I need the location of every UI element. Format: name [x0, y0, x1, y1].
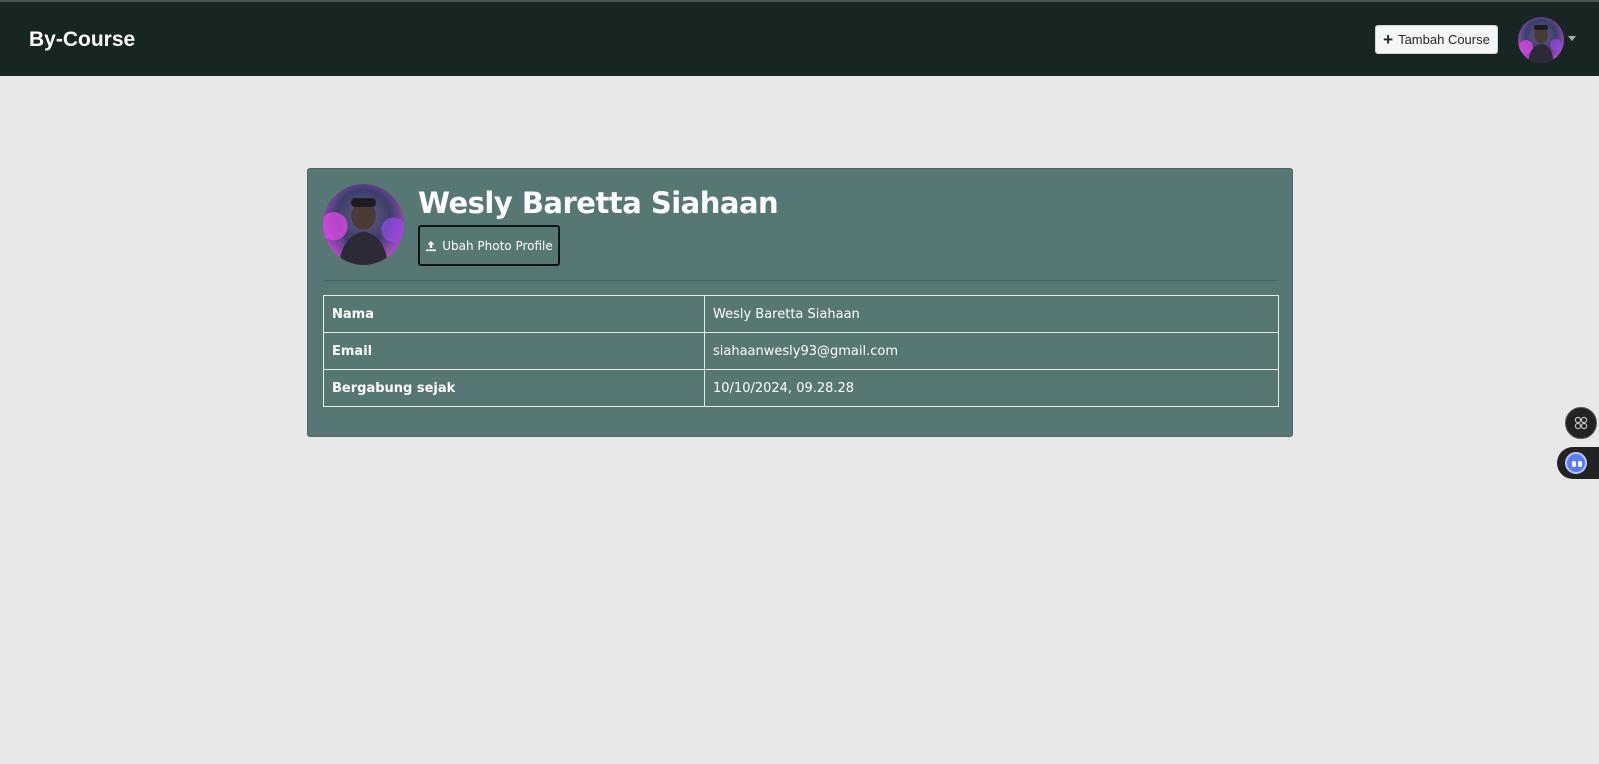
command-widget-button[interactable] [1565, 407, 1597, 439]
brand-logo[interactable]: By-Course [29, 28, 135, 52]
table-row: Bergabung sejak 10/10/2024, 09.28.28 [323, 369, 1279, 407]
profile-avatar [323, 184, 404, 265]
row-label-name: Nama [323, 295, 705, 333]
plus-icon: + [1383, 29, 1394, 49]
profile-card: Wesly Baretta Siahaan Ubah Photo Profile… [307, 168, 1293, 437]
bot-eye-left [1572, 461, 1576, 467]
change-photo-button[interactable]: Ubah Photo Profile [418, 225, 560, 266]
row-label-email: Email [323, 332, 705, 370]
row-value-email: siahaanwesly93@gmail.com [704, 332, 1279, 370]
user-avatar[interactable] [1518, 17, 1564, 63]
profile-name: Wesly Baretta Siahaan [418, 186, 779, 220]
row-value-joined: 10/10/2024, 09.28.28 [704, 369, 1279, 407]
command-icon [1574, 416, 1588, 430]
bot-icon [1565, 452, 1587, 474]
add-course-button[interactable]: + Tambah Course [1375, 25, 1498, 54]
profile-info-table: Nama Wesly Baretta Siahaan Email siahaan… [323, 295, 1279, 407]
bot-eye-right [1578, 461, 1582, 467]
chevron-down-icon[interactable] [1568, 36, 1576, 41]
upload-icon [426, 240, 437, 251]
table-row: Nama Wesly Baretta Siahaan [323, 295, 1279, 333]
divider [323, 280, 1279, 281]
row-value-name: Wesly Baretta Siahaan [704, 295, 1279, 333]
table-row: Email siahaanwesly93@gmail.com [323, 332, 1279, 370]
assistant-widget-button[interactable] [1557, 447, 1599, 479]
top-navbar: By-Course + Tambah Course [0, 0, 1599, 76]
change-photo-label: Ubah Photo Profile [442, 238, 553, 253]
row-label-joined: Bergabung sejak [323, 369, 705, 407]
add-course-label: Tambah Course [1398, 32, 1490, 47]
